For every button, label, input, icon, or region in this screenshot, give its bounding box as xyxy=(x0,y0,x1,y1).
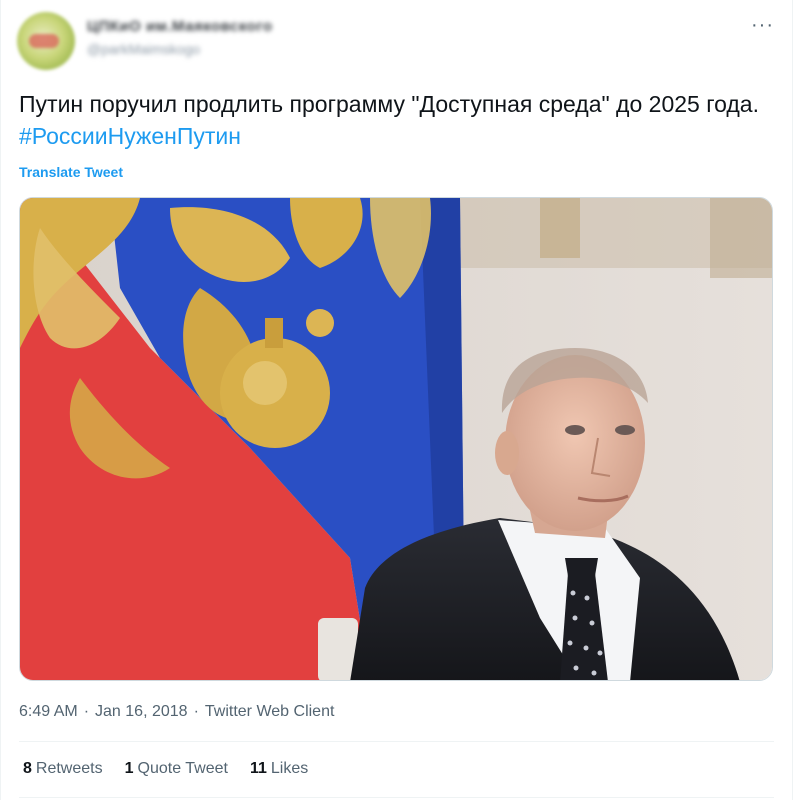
quote-tweets-count: 1 xyxy=(124,760,134,777)
tweet-date[interactable]: Jan 16, 2018 xyxy=(95,703,188,720)
photo-image xyxy=(20,198,772,680)
tweet-photo[interactable] xyxy=(19,197,773,681)
quote-tweets-stat[interactable]: 1 Quote Tweet xyxy=(125,760,228,778)
likes-count: 11 xyxy=(249,760,267,777)
divider xyxy=(19,741,774,742)
tweet-body: Путин поручил продлить программу "Доступ… xyxy=(19,91,759,117)
retweets-stat[interactable]: 8 Retweets xyxy=(23,760,103,778)
author-handle[interactable]: @parkMaimskogo xyxy=(87,41,273,57)
translate-tweet-link[interactable]: Translate Tweet xyxy=(19,164,123,180)
ellipsis-icon[interactable]: ··· xyxy=(751,14,774,37)
tweet-stats: 8 Retweets 1 Quote Tweet 11 Likes xyxy=(23,760,308,778)
tweet-card: ЦПКиО им.Маяковского @parkMaimskogo ··· … xyxy=(0,0,793,800)
tweet-meta: 6:49 AM · Jan 16, 2018 · Twitter Web Client xyxy=(19,703,334,721)
avatar[interactable] xyxy=(17,12,75,70)
divider xyxy=(19,797,774,798)
meta-separator: · xyxy=(193,703,199,720)
meta-separator: · xyxy=(83,703,90,720)
tweet-client-link[interactable]: Twitter Web Client xyxy=(205,703,335,720)
author-display-name[interactable]: ЦПКиО им.Маяковского xyxy=(87,18,273,35)
likes-stat[interactable]: 11 Likes xyxy=(250,760,308,778)
retweets-count: 8 xyxy=(23,760,32,777)
author-block[interactable]: ЦПКиО им.Маяковского @parkMaimskogo xyxy=(87,18,273,57)
tweet-time[interactable]: 6:49 AM xyxy=(19,703,78,720)
tweet-text: Путин поручил продлить программу "Доступ… xyxy=(19,88,769,152)
likes-label: Likes xyxy=(270,760,309,777)
retweets-label: Retweets xyxy=(35,760,103,777)
quote-tweets-label: Quote Tweet xyxy=(137,760,228,777)
hashtag-link[interactable]: #РоссииНуженПутин xyxy=(19,123,241,149)
